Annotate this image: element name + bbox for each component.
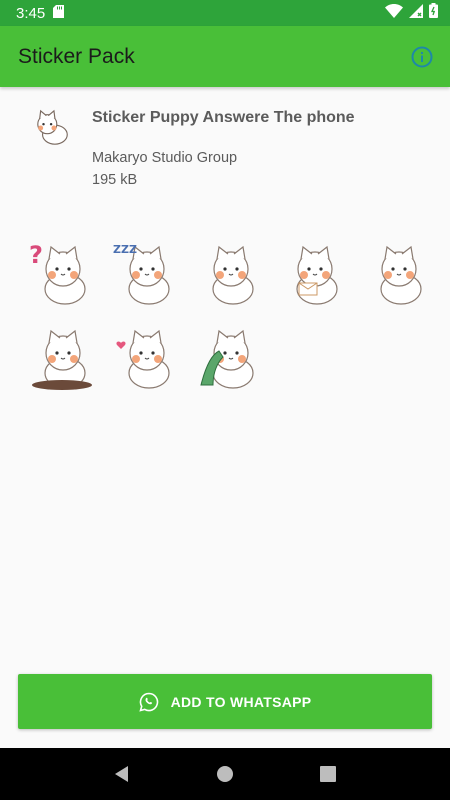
recents-button[interactable]: [308, 754, 348, 794]
add-to-whatsapp-button[interactable]: ADD TO WHATSAPP: [18, 674, 432, 729]
home-button[interactable]: [205, 754, 245, 794]
sticker-happy[interactable]: [356, 232, 440, 316]
svg-text:ZZZ: ZZZ: [113, 243, 137, 256]
sticker-waving[interactable]: [188, 232, 272, 316]
sticker-grid: ? ZZZ: [20, 232, 440, 400]
sticker-love-image: [116, 329, 170, 389]
sd-card-icon: [53, 4, 65, 22]
sticker-question-image: ?: [29, 241, 86, 305]
status-time: 3:45: [16, 4, 46, 22]
sticker-sleeping[interactable]: ZZZ: [104, 232, 188, 316]
sticker-love[interactable]: [104, 316, 188, 400]
navigation-bar: [0, 748, 450, 800]
app-title: Sticker Pack: [18, 44, 135, 68]
sticker-letter-image: [296, 245, 338, 305]
status-bar: 3:45: [0, 0, 450, 26]
wifi-icon: [385, 3, 403, 23]
add-to-whatsapp-label: ADD TO WHATSAPP: [170, 693, 312, 710]
home-icon: [216, 766, 233, 782]
sticker-waving-image: [212, 245, 254, 305]
back-icon: [114, 766, 128, 782]
pack-publisher: Makaryo Studio Group: [92, 150, 238, 166]
sticker-sleeping-image: ZZZ: [113, 243, 170, 305]
info-icon: [411, 46, 433, 67]
app-bar: Sticker Pack: [0, 26, 450, 87]
whatsapp-icon: [138, 692, 158, 712]
pack-header: Sticker Puppy Answere The phone Makaryo …: [30, 104, 430, 204]
pack-name: Sticker Puppy Answere The phone: [92, 109, 355, 126]
recents-icon: [320, 766, 337, 782]
sticker-crying-image: [200, 329, 254, 389]
sticker-question[interactable]: ?: [20, 232, 104, 316]
sticker-crying[interactable]: [188, 316, 272, 400]
battery-icon: [429, 3, 438, 23]
sticker-digging[interactable]: [20, 316, 104, 400]
info-button[interactable]: [408, 43, 436, 71]
status-left: 3:45: [16, 4, 65, 22]
sticker-digging-image: [32, 329, 92, 390]
signal-icon: [409, 3, 423, 23]
status-right: [385, 3, 438, 23]
svg-text:?: ?: [29, 241, 43, 269]
tray-icon: [34, 108, 72, 148]
pack-size: 195 kB: [92, 172, 138, 188]
back-button[interactable]: [102, 754, 142, 794]
sticker-happy-image: [380, 245, 422, 305]
sticker-letter[interactable]: [272, 232, 356, 316]
